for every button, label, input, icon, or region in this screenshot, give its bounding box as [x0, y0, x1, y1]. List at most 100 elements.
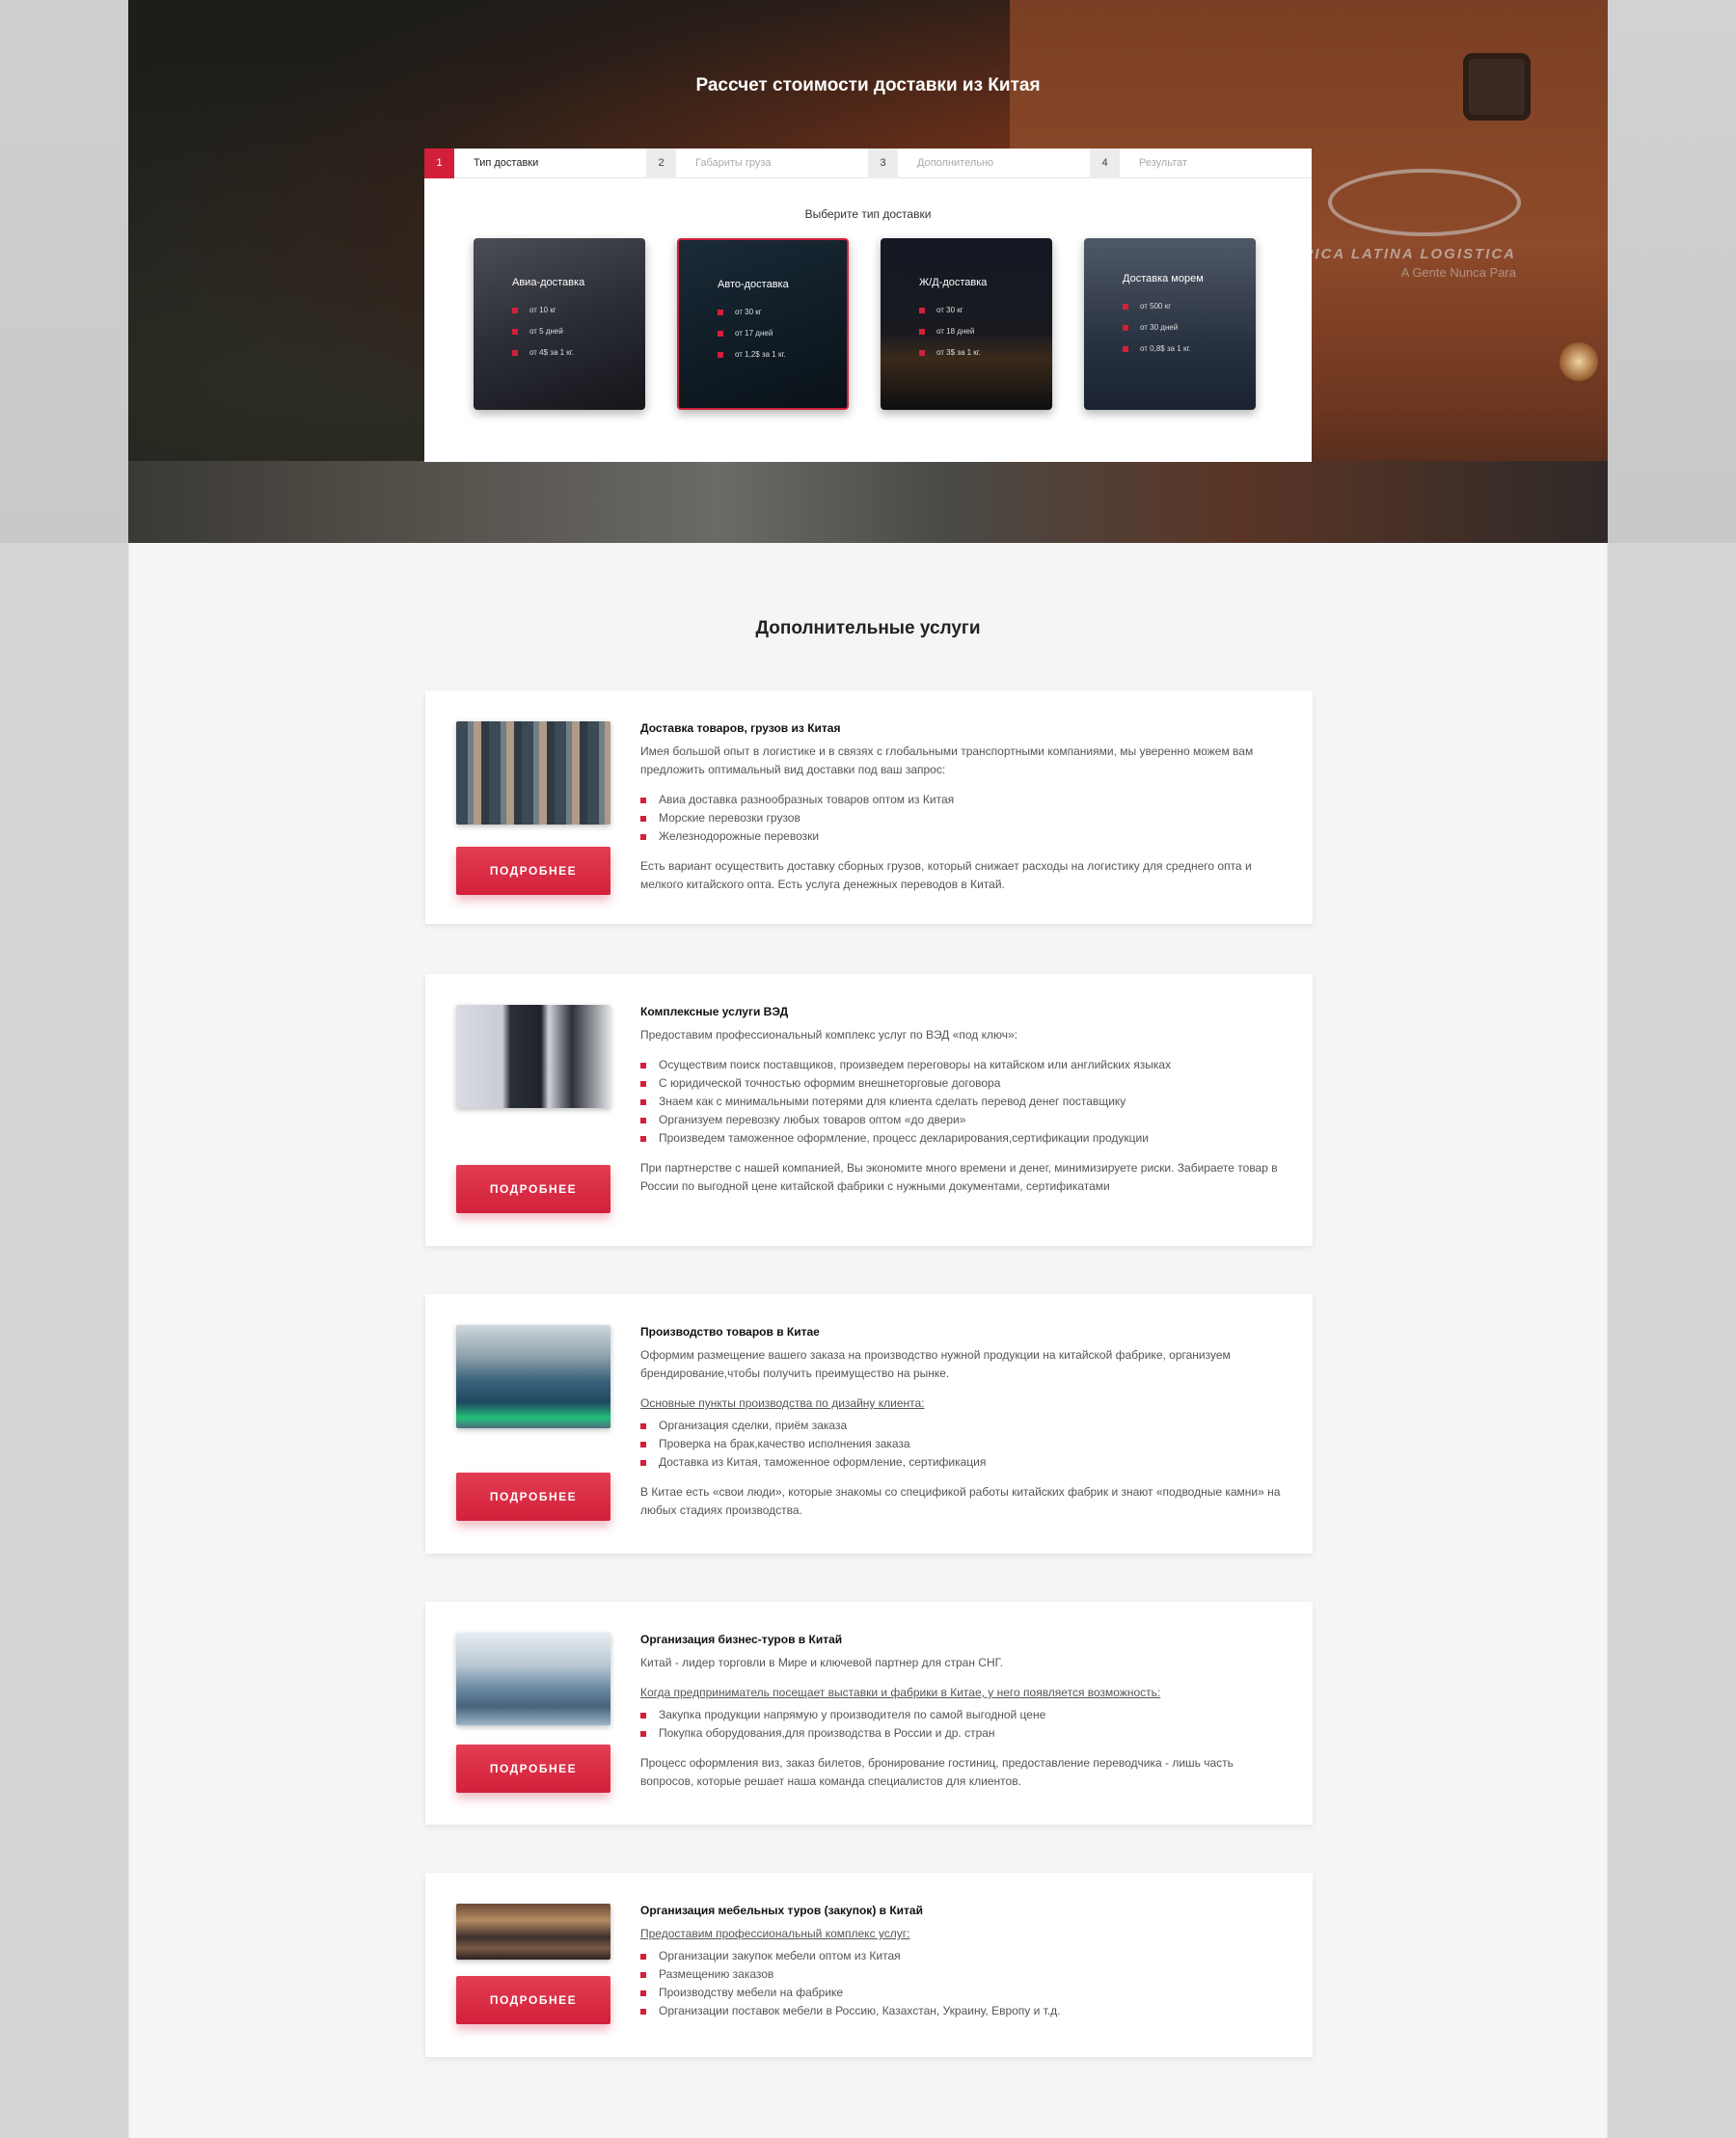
- more-button[interactable]: ПОДРОБНЕЕ: [456, 1165, 610, 1213]
- delivery-type-feature: от 10 кг: [512, 306, 645, 314]
- service-body: Комплексные услуги ВЭД Предоставим профе…: [640, 1003, 1284, 1207]
- delivery-type-feature: от 500 кг: [1123, 302, 1256, 311]
- step-label: Тип доставки: [474, 157, 539, 169]
- service-intro: Оформим размещение вашего заказа на прои…: [640, 1348, 1231, 1380]
- service-list: Закупка продукции напрямую у производите…: [640, 1706, 1284, 1743]
- list-item: Осуществим поиск поставщиков, произведем…: [640, 1056, 1284, 1074]
- step-number: 2: [646, 148, 676, 178]
- service-outro: Процесс оформления виз, заказ билетов, б…: [640, 1756, 1234, 1788]
- service-card: ПОДРОБНЕЕ Организация бизнес-туров в Кит…: [425, 1602, 1313, 1825]
- service-card: ПОДРОБНЕЕ Организация мебельных туров (з…: [425, 1873, 1313, 2057]
- service-title: Организация мебельных туров (закупок) в …: [640, 1904, 923, 1917]
- service-image-city: [456, 1633, 610, 1725]
- list-item: Доставка из Китая, таможенное оформление…: [640, 1453, 1284, 1472]
- step-delivery-type[interactable]: 1 Тип доставки: [424, 148, 646, 178]
- calculator-subtitle: Выберите тип доставки: [804, 207, 932, 221]
- delivery-type-feature: от 1,2$ за 1 кг.: [718, 350, 847, 359]
- service-list: Авиа доставка разнообразных товаров опто…: [640, 791, 1284, 846]
- service-image-factory: [456, 1325, 610, 1428]
- service-body: Организация бизнес-туров в Китай Китай -…: [640, 1631, 1284, 1802]
- calculator-steps: 1 Тип доставки 2 Габариты груза 3 Дополн…: [424, 148, 1312, 178]
- service-outro: В Китае есть «свои люди», которые знаком…: [640, 1485, 1281, 1517]
- service-title: Комплексные услуги ВЭД: [640, 1005, 789, 1018]
- service-body: Производство товаров в Китае Оформим раз…: [640, 1323, 1284, 1531]
- step-cargo-size[interactable]: 2 Габариты груза: [646, 148, 868, 178]
- step-result[interactable]: 4 Результат: [1090, 148, 1312, 178]
- step-number: 4: [1090, 148, 1120, 178]
- list-item: Организация сделки, приём заказа: [640, 1417, 1284, 1435]
- more-button[interactable]: ПОДРОБНЕЕ: [456, 1745, 610, 1793]
- list-item: Организации поставок мебели в Россию, Ка…: [640, 2002, 1284, 2020]
- step-label: Результат: [1139, 157, 1188, 169]
- delivery-type-title: Ж/Д-доставка: [919, 277, 988, 288]
- service-outro: Есть вариант осуществить доставку сборны…: [640, 859, 1252, 891]
- list-item: Организации закупок мебели оптом из Кита…: [640, 1947, 1284, 1965]
- step-additional[interactable]: 3 Дополнительно: [868, 148, 1090, 178]
- delivery-type-feature: от 3$ за 1 кг.: [919, 348, 1052, 357]
- service-body: Доставка товаров, грузов из Китая Имея б…: [640, 719, 1284, 906]
- more-button[interactable]: ПОДРОБНЕЕ: [456, 1473, 610, 1521]
- services-section: Дополнительные услуги ПОДРОБНЕЕ Доставка…: [128, 543, 1608, 2138]
- more-button[interactable]: ПОДРОБНЕЕ: [456, 1976, 610, 2024]
- step-label: Дополнительно: [917, 157, 994, 169]
- service-underline: Когда предприниматель посещает выставки …: [640, 1686, 1161, 1699]
- delivery-type-feature: от 30 дней: [1123, 323, 1256, 332]
- delivery-type-feature: от 4$ за 1 кг.: [512, 348, 645, 357]
- delivery-type-list: Авиа-доставка от 10 кг от 5 дней от 4$ з…: [424, 238, 1312, 410]
- hero-side-right: [1608, 0, 1736, 543]
- service-list: Осуществим поиск поставщиков, произведем…: [640, 1056, 1284, 1148]
- list-item: Авиа доставка разнообразных товаров опто…: [640, 791, 1284, 809]
- train-lamp: [1560, 342, 1598, 381]
- service-intro: Предоставим профессиональный комплекс ус…: [640, 1028, 1017, 1042]
- list-item: Морские перевозки грузов: [640, 809, 1284, 827]
- delivery-type-feature: от 18 дней: [919, 327, 1052, 336]
- list-item: Проверка на брак,качество исполнения зак…: [640, 1435, 1284, 1453]
- delivery-type-feature: от 30 кг: [919, 306, 1052, 314]
- service-title: Организация бизнес-туров в Китай: [640, 1633, 843, 1646]
- more-button[interactable]: ПОДРОБНЕЕ: [456, 847, 610, 895]
- service-list: Организации закупок мебели оптом из Кита…: [640, 1947, 1284, 2020]
- delivery-calculator: 1 Тип доставки 2 Габариты груза 3 Дополн…: [424, 148, 1312, 462]
- service-intro: Имея большой опыт в логистике и в связях…: [640, 744, 1254, 776]
- service-list: Организация сделки, приём заказа Проверк…: [640, 1417, 1284, 1472]
- service-image-furniture: [456, 1904, 610, 1960]
- services-title: Дополнительные услуги: [755, 618, 981, 638]
- delivery-type-title: Авто-доставка: [718, 279, 789, 290]
- list-item: Производству мебели на фабрике: [640, 1984, 1284, 2002]
- list-item: Покупка оборудования,для производства в …: [640, 1724, 1284, 1743]
- delivery-type-feature: от 5 дней: [512, 327, 645, 336]
- delivery-type-title: Авиа-доставка: [512, 277, 585, 288]
- service-body: Организация мебельных туров (закупок) в …: [640, 1902, 1284, 2032]
- page-side-left: [0, 543, 128, 2138]
- list-item: С юридической точностью оформим внешнето…: [640, 1074, 1284, 1093]
- delivery-type-auto[interactable]: Авто-доставка от 30 кг от 17 дней от 1,2…: [677, 238, 849, 410]
- delivery-type-feature: от 30 кг: [718, 308, 847, 316]
- list-item: Размещению заказов: [640, 1965, 1284, 1984]
- service-intro: Китай - лидер торговли в Мире и ключевой…: [640, 1656, 1003, 1669]
- service-outro: При партнерстве с нашей компанией, Вы эк…: [640, 1161, 1278, 1193]
- list-item: Произведем таможенное оформление, процес…: [640, 1129, 1284, 1148]
- service-title: Доставка товаров, грузов из Китая: [640, 721, 841, 735]
- list-item: Знаем как с минимальными потерями для кл…: [640, 1093, 1284, 1111]
- list-item: Организуем перевозку любых товаров оптом…: [640, 1111, 1284, 1129]
- service-underline: Предоставим профессиональный комплекс ус…: [640, 1927, 910, 1940]
- service-title: Производство товаров в Китае: [640, 1325, 820, 1339]
- hero-side-left: [0, 0, 128, 543]
- delivery-type-feature: от 0,8$ за 1 кг.: [1123, 344, 1256, 353]
- list-item: Железнодорожные перевозки: [640, 827, 1284, 846]
- page-title: Рассчет стоимости доставки из Китая: [695, 75, 1041, 95]
- train-logo: [1328, 169, 1521, 236]
- delivery-type-title: Доставка морем: [1123, 273, 1204, 284]
- service-underline: Основные пункты производства по дизайну …: [640, 1396, 925, 1410]
- service-image-containers: [456, 721, 610, 825]
- service-card: ПОДРОБНЕЕ Комплексные услуги ВЭД Предост…: [425, 974, 1313, 1246]
- step-label: Габариты груза: [695, 157, 772, 169]
- delivery-type-feature: от 17 дней: [718, 329, 847, 338]
- service-card: ПОДРОБНЕЕ Производство товаров в Китае О…: [425, 1294, 1313, 1554]
- step-number: 3: [868, 148, 898, 178]
- delivery-type-air[interactable]: Авиа-доставка от 10 кг от 5 дней от 4$ з…: [474, 238, 645, 410]
- delivery-type-sea[interactable]: Доставка морем от 500 кг от 30 дней от 0…: [1084, 238, 1256, 410]
- page-side-right: [1608, 543, 1736, 2138]
- service-card: ПОДРОБНЕЕ Доставка товаров, грузов из Ки…: [425, 690, 1313, 924]
- delivery-type-rail[interactable]: Ж/Д-доставка от 30 кг от 18 дней от 3$ з…: [881, 238, 1052, 410]
